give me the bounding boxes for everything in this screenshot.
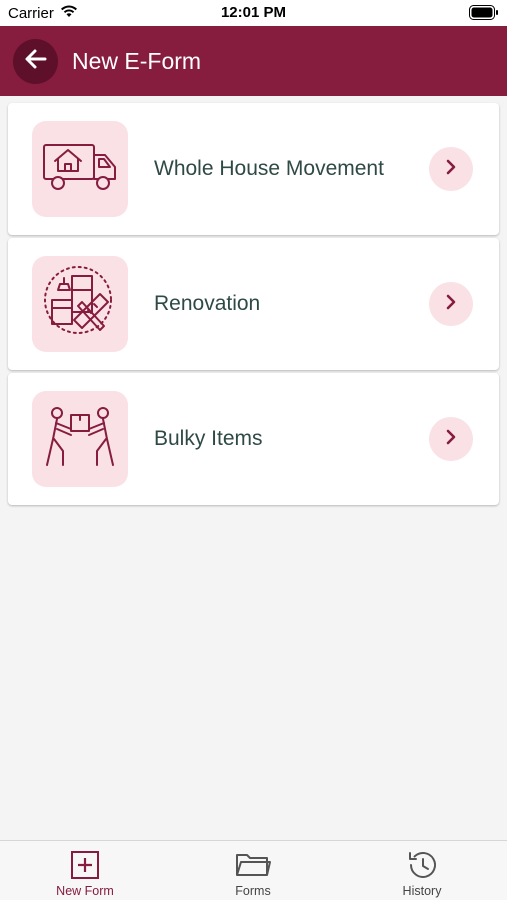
plus-square-icon	[70, 849, 100, 881]
tab-forms[interactable]: Forms	[193, 841, 313, 900]
card-icon-box	[32, 121, 128, 217]
chevron-right-icon	[443, 429, 459, 450]
history-icon	[406, 849, 438, 881]
people-carrying-box-icon	[41, 405, 119, 474]
tab-history[interactable]: History	[362, 841, 482, 900]
back-button[interactable]	[13, 39, 58, 84]
chevron-right-icon	[443, 294, 459, 315]
form-type-list: Whole House Movement Renovation Bulky It…	[8, 103, 499, 508]
tab-new-form[interactable]: New Form	[25, 841, 145, 900]
renovation-tools-icon	[42, 264, 118, 345]
app-header: New E-Form	[0, 26, 507, 96]
moving-truck-icon	[41, 139, 119, 200]
card-label: Renovation	[154, 292, 261, 315]
card-renovation[interactable]: Renovation	[8, 238, 499, 370]
card-whole-house-movement[interactable]: Whole House Movement	[8, 103, 499, 235]
status-time: 12:01 PM	[220, 4, 287, 21]
tab-label: History	[402, 884, 442, 898]
chevron-right-icon	[443, 159, 459, 180]
card-icon-box	[32, 256, 128, 352]
card-label: Whole House Movement	[154, 157, 384, 180]
chevron-button[interactable]	[429, 417, 473, 461]
tab-label: Forms	[235, 884, 271, 898]
card-icon-box	[32, 391, 128, 487]
arrow-left-icon	[23, 46, 49, 77]
chevron-button[interactable]	[429, 282, 473, 326]
page-title: New E-Form	[72, 48, 202, 74]
card-label: Bulky Items	[154, 427, 263, 450]
folder-icon	[235, 849, 271, 881]
bottom-tab-bar: New Form Forms History	[0, 840, 507, 900]
status-bar: Carrier 12:01 PM	[0, 0, 507, 26]
battery-icon	[469, 5, 499, 24]
chevron-button[interactable]	[429, 147, 473, 191]
tab-label: New Form	[56, 884, 114, 898]
card-bulky-items[interactable]: Bulky Items	[8, 373, 499, 505]
